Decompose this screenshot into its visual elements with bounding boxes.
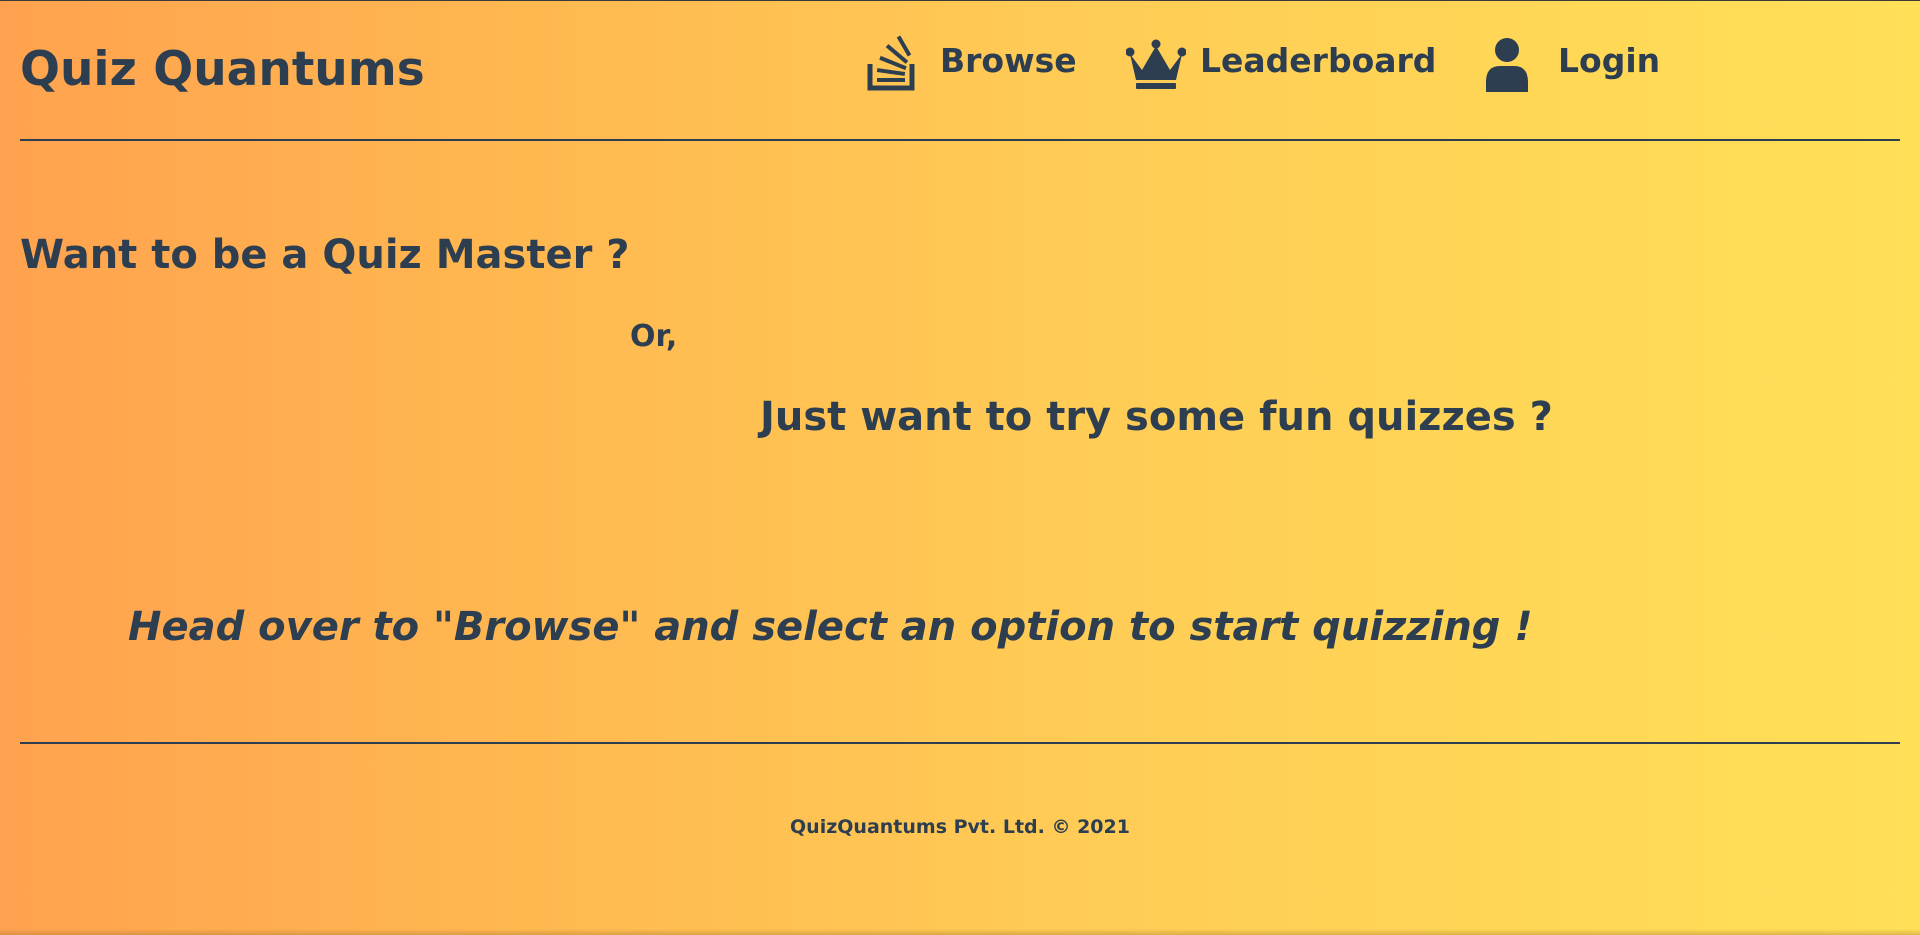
user-icon	[1484, 30, 1544, 92]
quiz-master-heading: Want to be a Quiz Master ?	[20, 232, 630, 278]
top-border	[0, 0, 1920, 1]
nav-login-link[interactable]: Login	[1484, 30, 1660, 92]
nav-login-label: Login	[1558, 41, 1661, 80]
nav-leaderboard-link[interactable]: Leaderboard	[1126, 30, 1436, 92]
stack-overflow-icon	[866, 30, 926, 92]
browse-call-to-action: Head over to "Browse" and select an opti…	[128, 604, 1533, 650]
nav-leaderboard-label: Leaderboard	[1200, 41, 1437, 80]
or-text: Or,	[630, 319, 678, 354]
brand-title[interactable]: Quiz Quantums	[20, 40, 425, 100]
bottom-edge-shadow	[0, 929, 1920, 935]
nav-browse-link[interactable]: Browse	[866, 30, 1077, 92]
header-divider	[20, 139, 1900, 141]
fun-quizzes-heading: Just want to try some fun quizzes ?	[760, 394, 1553, 440]
footer-copyright: QuizQuantums Pvt. Ltd. © 2021	[790, 816, 1130, 838]
crown-icon	[1126, 30, 1186, 92]
footer-divider	[20, 742, 1900, 744]
nav-browse-label: Browse	[940, 41, 1077, 80]
